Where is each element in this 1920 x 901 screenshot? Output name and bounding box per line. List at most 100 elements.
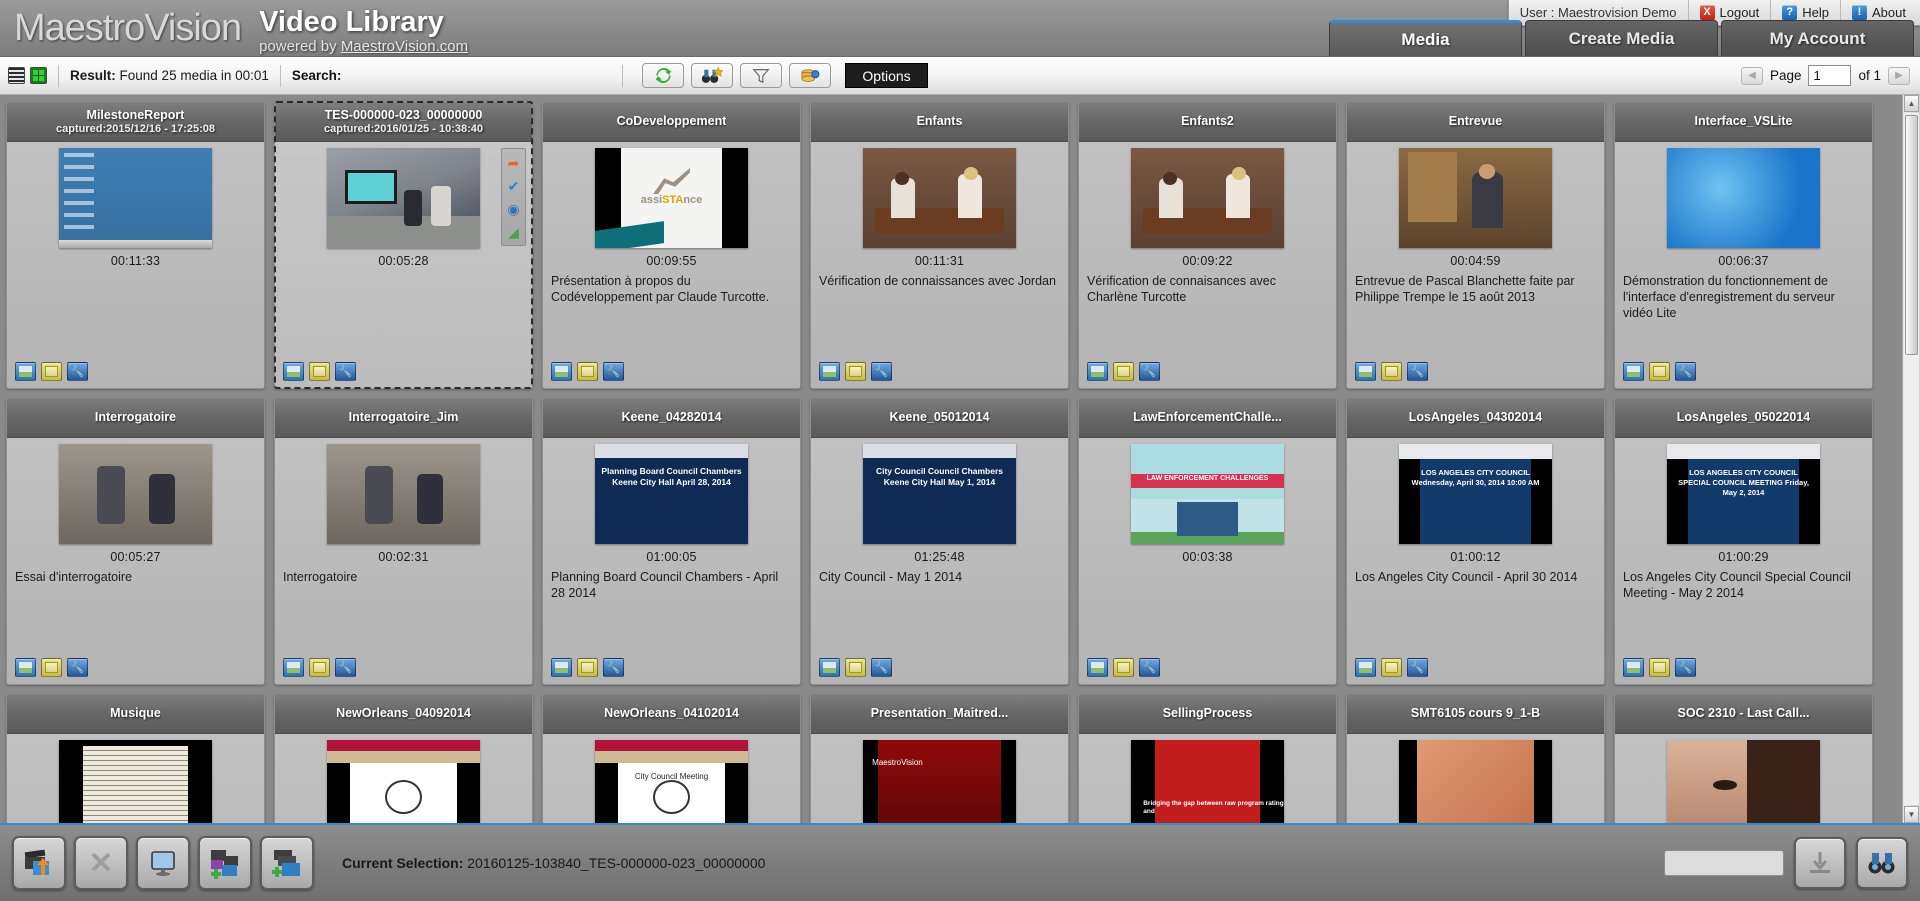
- thumbnail-image-icon[interactable]: [551, 362, 572, 381]
- media-card[interactable]: Interrogatoire_Jim 00:02:31 Interrogatoire: [274, 397, 533, 685]
- card-thumbnail[interactable]: [1667, 740, 1820, 823]
- grid-view-icon[interactable]: [30, 67, 47, 84]
- settings-tool-icon[interactable]: [67, 658, 88, 677]
- notes-icon[interactable]: [309, 362, 330, 381]
- database-button[interactable]: [789, 63, 832, 88]
- media-card[interactable]: Interface_VSLite 00:06:37 Démonstration du…: [1614, 101, 1873, 389]
- tab-my-account[interactable]: My Account: [1721, 20, 1914, 56]
- card-thumbnail[interactable]: Bridging the gap between raw program rat…: [1131, 740, 1284, 823]
- tab-create-media[interactable]: Create Media: [1525, 20, 1718, 56]
- settings-tool-icon[interactable]: [335, 658, 356, 677]
- thumbnail-image-icon[interactable]: [1355, 362, 1376, 381]
- open-media-button[interactable]: [12, 836, 66, 890]
- settings-tool-icon[interactable]: [1675, 362, 1696, 381]
- thumbnail-image-icon[interactable]: [1087, 658, 1108, 677]
- vertical-scrollbar[interactable]: ▲ ▼: [1902, 95, 1920, 823]
- thumbnail-image-icon[interactable]: [283, 658, 304, 677]
- thumbnail-image-icon[interactable]: [15, 362, 36, 381]
- card-thumbnail[interactable]: [863, 148, 1016, 248]
- media-card[interactable]: CoDeveloppement assiSTAnce 00:09:55 Présent…: [542, 101, 801, 389]
- settings-tool-icon[interactable]: [871, 362, 892, 381]
- tab-media[interactable]: Media: [1329, 20, 1522, 56]
- media-card[interactable]: Keene_05012014 City Council Council Chamb…: [810, 397, 1069, 685]
- media-card[interactable]: Enfants 00:11:31 Vérification de connaissa…: [810, 101, 1069, 389]
- refresh-button[interactable]: [642, 63, 685, 88]
- notes-icon[interactable]: [41, 658, 62, 677]
- media-card[interactable]: Presentation_Maitred... MaestroVision: [810, 693, 1069, 823]
- card-thumbnail[interactable]: [1399, 148, 1552, 248]
- card-thumbnail[interactable]: [327, 740, 480, 823]
- card-thumbnail[interactable]: City Council Council Chambers Keene City…: [863, 444, 1016, 544]
- settings-tool-icon[interactable]: [335, 362, 356, 381]
- card-thumbnail[interactable]: LOS ANGELES CITY COUNCIL Wednesday, Apri…: [1399, 444, 1552, 544]
- approve-check-icon[interactable]: ✔: [504, 176, 523, 195]
- notes-icon[interactable]: [577, 362, 598, 381]
- page-input[interactable]: [1808, 65, 1852, 86]
- card-thumbnail[interactable]: [59, 740, 212, 823]
- thumbnail-image-icon[interactable]: [283, 362, 304, 381]
- notes-icon[interactable]: [309, 658, 330, 677]
- preview-eye-icon[interactable]: ◉: [504, 199, 523, 218]
- scroll-up-button[interactable]: ▲: [1904, 95, 1919, 112]
- settings-tool-icon[interactable]: [67, 362, 88, 381]
- media-card[interactable]: SMT6105 cours 9_1-B: [1346, 693, 1605, 823]
- card-thumbnail[interactable]: [1131, 148, 1284, 248]
- media-card[interactable]: NewOrleans_04102014 City Council Meeting: [542, 693, 801, 823]
- scrollbar-track[interactable]: [1904, 113, 1919, 805]
- export-icon[interactable]: ◢: [504, 222, 523, 241]
- scroll-down-button[interactable]: ▼: [1904, 806, 1919, 823]
- notes-icon[interactable]: [1649, 362, 1670, 381]
- thumbnail-image-icon[interactable]: [15, 658, 36, 677]
- filter-button[interactable]: [740, 63, 783, 88]
- card-thumbnail[interactable]: MaestroVision: [863, 740, 1016, 823]
- search-favorite-button[interactable]: [691, 63, 734, 88]
- media-card[interactable]: Entrevue 00:04:59 Entrevue de Pascal Blanc…: [1346, 101, 1605, 389]
- thumbnail-image-icon[interactable]: [819, 658, 840, 677]
- notes-icon[interactable]: [1381, 362, 1402, 381]
- card-thumbnail[interactable]: City Council Meeting: [595, 740, 748, 823]
- card-thumbnail[interactable]: assiSTAnce: [595, 148, 748, 248]
- media-card[interactable]: NewOrleans_04092014: [274, 693, 533, 823]
- card-thumbnail[interactable]: [59, 148, 212, 248]
- search-media-button[interactable]: [1856, 837, 1908, 889]
- media-card[interactable]: LosAngeles_04302014 LOS ANGELES CITY COUN…: [1346, 397, 1605, 685]
- card-thumbnail[interactable]: [1667, 148, 1820, 248]
- card-thumbnail[interactable]: [327, 148, 480, 248]
- thumbnail-image-icon[interactable]: [1623, 362, 1644, 381]
- notes-icon[interactable]: [845, 658, 866, 677]
- media-card[interactable]: TES-000000-023_00000000 captured:2016/01/…: [274, 101, 533, 389]
- monitor-preview-button[interactable]: [136, 836, 190, 890]
- download-button[interactable]: [1794, 837, 1846, 889]
- prev-page-button[interactable]: ◀: [1740, 66, 1763, 85]
- bottom-text-field[interactable]: [1664, 850, 1784, 876]
- card-thumbnail[interactable]: LAW ENFORCEMENT CHALLENGES: [1131, 444, 1284, 544]
- thumbnail-image-icon[interactable]: [1355, 658, 1376, 677]
- media-card[interactable]: SOC 2310 - Last Call...: [1614, 693, 1873, 823]
- notes-icon[interactable]: [845, 362, 866, 381]
- settings-tool-icon[interactable]: [1675, 658, 1696, 677]
- settings-tool-icon[interactable]: [603, 362, 624, 381]
- media-card[interactable]: Enfants2 00:09:22 Vérification de connaisa…: [1078, 101, 1337, 389]
- notes-icon[interactable]: [1649, 658, 1670, 677]
- settings-tool-icon[interactable]: [603, 658, 624, 677]
- notes-icon[interactable]: [1381, 658, 1402, 677]
- notes-icon[interactable]: [1113, 362, 1134, 381]
- settings-tool-icon[interactable]: [1407, 658, 1428, 677]
- media-card[interactable]: Musique: [6, 693, 265, 823]
- delete-media-button[interactable]: ✕: [74, 836, 128, 890]
- media-card[interactable]: Keene_04282014 Planning Board Council Cha…: [542, 397, 801, 685]
- scrollbar-thumb[interactable]: [1905, 115, 1918, 355]
- settings-tool-icon[interactable]: [1139, 658, 1160, 677]
- card-thumbnail[interactable]: Planning Board Council Chambers Keene Ci…: [595, 444, 748, 544]
- thumbnail-image-icon[interactable]: [551, 658, 572, 677]
- card-thumbnail[interactable]: [327, 444, 480, 544]
- media-card[interactable]: SellingProcess Bridging the gap between r…: [1078, 693, 1337, 823]
- options-button[interactable]: Options: [845, 63, 928, 88]
- media-card[interactable]: Interrogatoire 00:05:27 Essai d'interrogat…: [6, 397, 265, 685]
- settings-tool-icon[interactable]: [1407, 362, 1428, 381]
- card-thumbnail[interactable]: [59, 444, 212, 544]
- media-card[interactable]: MilestoneReport captured:2015/12/16 - 17:…: [6, 101, 265, 389]
- maestrovision-link[interactable]: MaestroVision.com: [341, 38, 468, 55]
- card-thumbnail[interactable]: LOS ANGELES CITY COUNCIL SPECIAL COUNCIL…: [1667, 444, 1820, 544]
- add-clip-button[interactable]: [198, 836, 252, 890]
